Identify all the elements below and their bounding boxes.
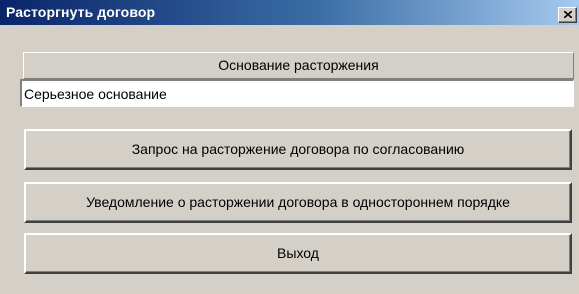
close-icon: [564, 11, 572, 18]
reason-field[interactable]: [20, 79, 574, 107]
notice-termination-button[interactable]: Уведомление о расторжении договора в одн…: [24, 182, 572, 223]
request-termination-button[interactable]: Запрос на расторжение договора по соглас…: [24, 129, 572, 170]
close-button[interactable]: [558, 7, 577, 23]
title-bar[interactable]: Расторгнуть договор: [0, 0, 579, 25]
exit-button[interactable]: Выход: [24, 233, 572, 274]
window-title: Расторгнуть договор: [6, 4, 156, 20]
reason-caption: Основание расторжения: [23, 52, 574, 79]
dialog-window: Расторгнуть договор Основание расторжени…: [0, 0, 579, 294]
